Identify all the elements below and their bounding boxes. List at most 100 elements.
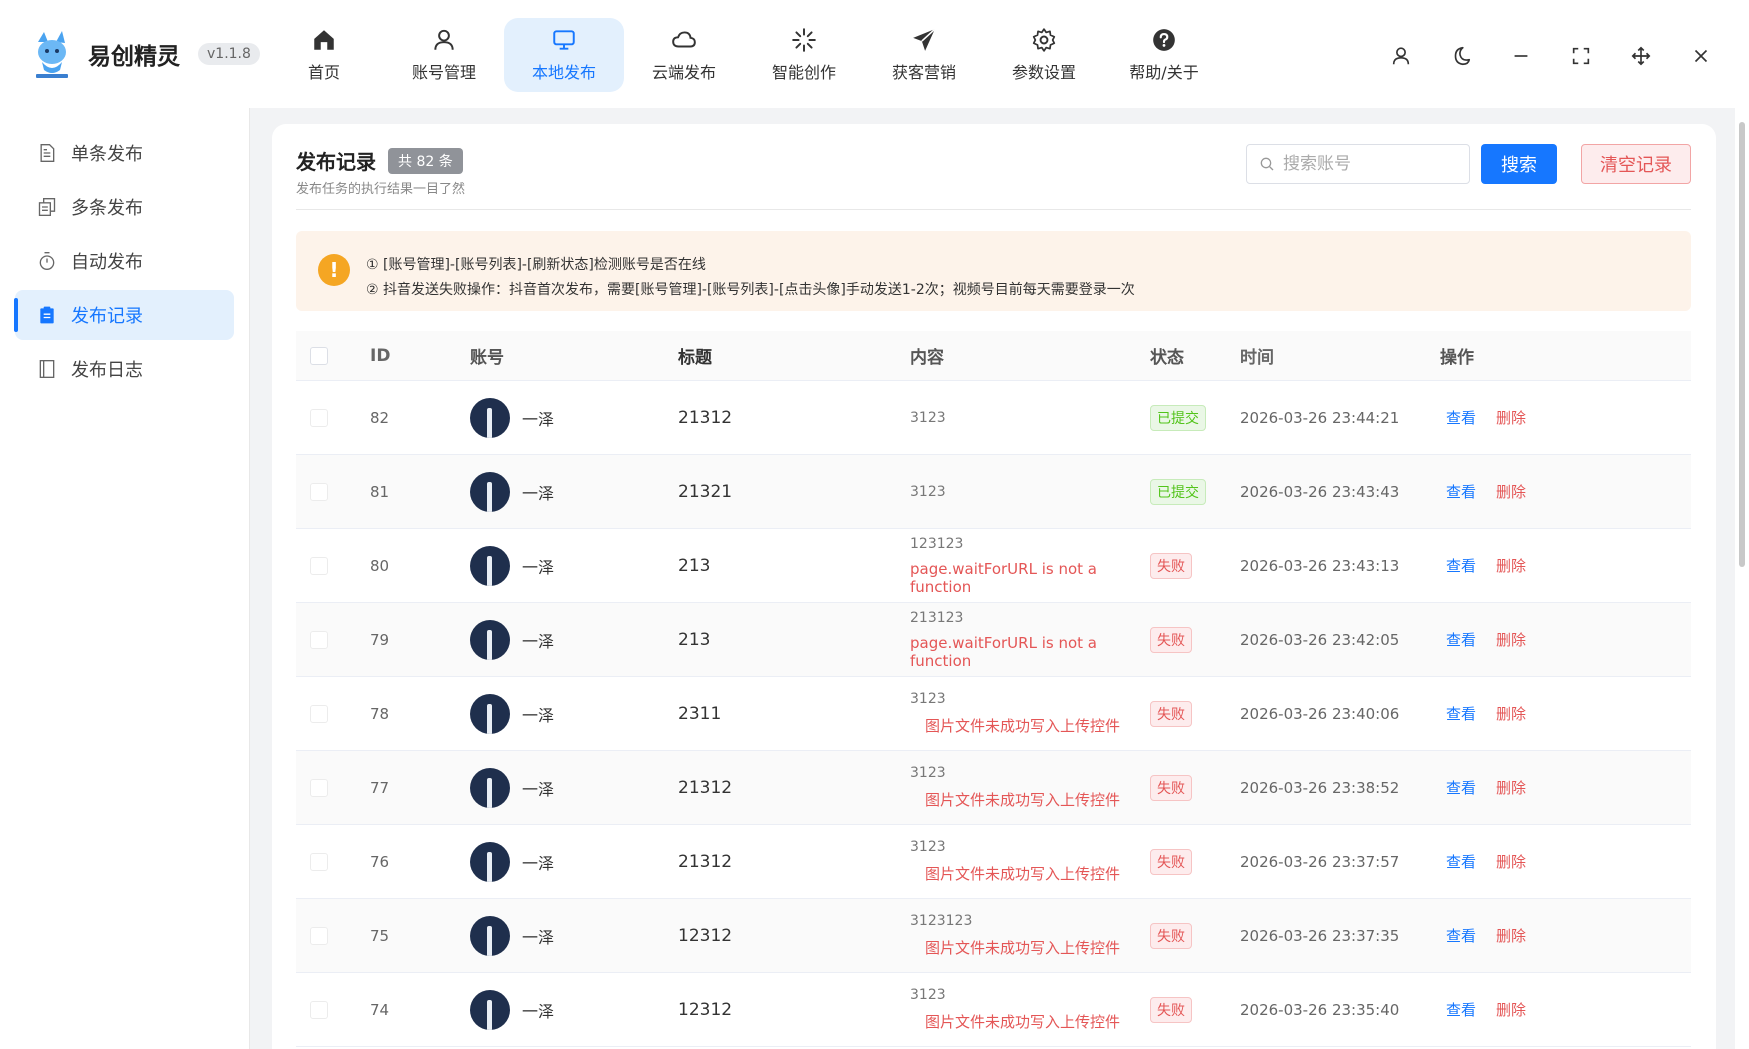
error-message: 图片文件未成功写入上传控件 — [925, 939, 1121, 957]
row-status: 失败 — [1150, 626, 1240, 653]
column-header: 状态 — [1150, 348, 1184, 368]
avatar — [470, 989, 510, 1030]
scrollbar-thumb[interactable] — [1739, 122, 1745, 567]
cloud-icon — [672, 31, 696, 48]
nav-label: 帮助/关于 — [1129, 63, 1199, 82]
row-checkbox[interactable] — [310, 926, 328, 945]
row-checkbox[interactable] — [310, 704, 328, 723]
view-button[interactable]: 查看 — [1446, 409, 1476, 427]
delete-button[interactable]: 删除 — [1496, 779, 1526, 797]
column-header: 内容 — [910, 348, 944, 368]
view-button[interactable]: 查看 — [1446, 705, 1476, 723]
row-account: 一泽 — [470, 767, 678, 808]
row-id: 81 — [370, 482, 390, 501]
nav-marketing[interactable]: 获客营销 — [864, 18, 984, 92]
delete-button[interactable]: 删除 — [1496, 631, 1526, 649]
nav-label: 参数设置 — [1011, 63, 1076, 82]
row-checkbox[interactable] — [310, 408, 328, 427]
view-button[interactable]: 查看 — [1446, 1001, 1476, 1019]
nav-settings[interactable]: 参数设置 — [984, 18, 1104, 92]
row-content: 3123 — [910, 410, 1150, 426]
top-bar: 易创精灵 v1.1.8 首页 账号管理 本地发布 云端发布 智能创作 获客营销 — [0, 0, 1749, 108]
minimize-button[interactable] — [1503, 38, 1539, 74]
move-button[interactable] — [1623, 38, 1659, 74]
row-title: 21312 — [678, 407, 733, 428]
row-checkbox[interactable] — [310, 1000, 328, 1019]
theme-toggle-button[interactable] — [1443, 38, 1479, 74]
view-button[interactable]: 查看 — [1446, 927, 1476, 945]
app-name: 易创精灵 — [88, 44, 180, 70]
nav-account[interactable]: 账号管理 — [384, 18, 504, 92]
delete-button[interactable]: 删除 — [1496, 927, 1526, 945]
row-actions: 查看 删除 — [1440, 851, 1640, 872]
close-icon — [1694, 49, 1708, 63]
delete-button[interactable]: 删除 — [1496, 557, 1526, 575]
top-nav: 首页 账号管理 本地发布 云端发布 智能创作 获客营销 参数设置 帮助/关于 — [264, 18, 1224, 92]
select-all-checkbox[interactable] — [310, 346, 328, 365]
fullscreen-button[interactable] — [1563, 38, 1599, 74]
notebook-icon — [39, 360, 55, 378]
row-account: 一泽 — [470, 397, 678, 438]
row-time: 2026-03-26 23:37:35 — [1240, 926, 1400, 945]
view-button[interactable]: 查看 — [1446, 779, 1476, 797]
row-checkbox[interactable] — [310, 482, 328, 501]
view-button[interactable]: 查看 — [1446, 483, 1476, 501]
status-badge: 失败 — [1150, 552, 1192, 579]
delete-button[interactable]: 删除 — [1496, 409, 1526, 427]
scrollbar[interactable] — [1735, 108, 1749, 1049]
row-account: 一泽 — [470, 989, 678, 1030]
delete-button[interactable]: 删除 — [1496, 1001, 1526, 1019]
sidebar-item-publish-records[interactable]: 发布记录 — [14, 290, 234, 340]
content-text: 3123 — [910, 409, 946, 426]
sidebar-item-publish-log[interactable]: 发布日志 — [15, 344, 234, 394]
error-message: 图片文件未成功写入上传控件 — [925, 865, 1121, 883]
row-checkbox[interactable] — [310, 852, 328, 871]
content-text: 3123123 — [910, 913, 973, 929]
row-account: 一泽 — [470, 545, 678, 586]
table-row: 74 一泽 12312 3123 图片文件未成功写入上传控件 失败 2026-03-26 2… — [296, 973, 1691, 1047]
row-checkbox[interactable] — [310, 556, 328, 575]
fullscreen-icon — [1572, 47, 1590, 65]
row-checkbox[interactable] — [310, 630, 328, 649]
row-title: 2311 — [678, 703, 722, 724]
row-status: 失败 — [1150, 774, 1240, 801]
status-badge: 失败 — [1150, 774, 1192, 801]
notice-banner: ! ① [账号管理]-[账号列表]-[刷新状态]检测账号是否在线 ② 抖音发送失… — [296, 231, 1691, 311]
nav-label: 账号管理 — [411, 63, 476, 82]
nav-help[interactable]: 帮助/关于 — [1104, 18, 1224, 92]
search-button[interactable]: 搜索 — [1481, 144, 1557, 184]
search-input[interactable] — [1283, 154, 1453, 174]
delete-button[interactable]: 删除 — [1496, 705, 1526, 723]
profile-button[interactable] — [1383, 38, 1419, 74]
clear-records-button[interactable]: 清空记录 — [1581, 144, 1691, 184]
sidebar-item-auto-publish[interactable]: 自动发布 — [15, 236, 234, 286]
row-status: 失败 — [1150, 700, 1240, 727]
sidebar-item-single-publish[interactable]: 单条发布 — [15, 128, 234, 178]
row-content: 3123 图片文件未成功写入上传控件 — [910, 765, 1150, 810]
view-button[interactable]: 查看 — [1446, 557, 1476, 575]
view-button[interactable]: 查看 — [1446, 853, 1476, 871]
sidebar-item-multi-publish[interactable]: 多条发布 — [15, 182, 234, 232]
sidebar: 单条发布 多条发布 自动发布 发布记录 发布日志 — [0, 108, 250, 1049]
divider — [296, 209, 1691, 210]
row-actions: 查看 删除 — [1440, 777, 1640, 798]
view-button[interactable]: 查看 — [1446, 631, 1476, 649]
row-status: 失败 — [1150, 552, 1240, 579]
status-badge: 失败 — [1150, 848, 1192, 875]
sidebar-item-label: 发布记录 — [71, 306, 143, 327]
timer-icon — [39, 252, 55, 270]
nav-home[interactable]: 首页 — [264, 18, 384, 92]
delete-button[interactable]: 删除 — [1496, 483, 1526, 501]
nav-local-publish[interactable]: 本地发布 — [504, 18, 624, 92]
nav-ai-create[interactable]: 智能创作 — [744, 18, 864, 92]
content-text: 3123 — [910, 691, 946, 707]
row-checkbox[interactable] — [310, 778, 328, 797]
error-message: 图片文件未成功写入上传控件 — [925, 1013, 1121, 1031]
nav-cloud-publish[interactable]: 云端发布 — [624, 18, 744, 92]
avatar — [470, 841, 510, 882]
delete-button[interactable]: 删除 — [1496, 853, 1526, 871]
table-row: 78 一泽 2311 3123 图片文件未成功写入上传控件 失败 2026-03-26 23… — [296, 677, 1691, 751]
row-actions: 查看 删除 — [1440, 629, 1640, 650]
close-button[interactable] — [1683, 38, 1719, 74]
content-text: 3123 — [910, 987, 946, 1003]
